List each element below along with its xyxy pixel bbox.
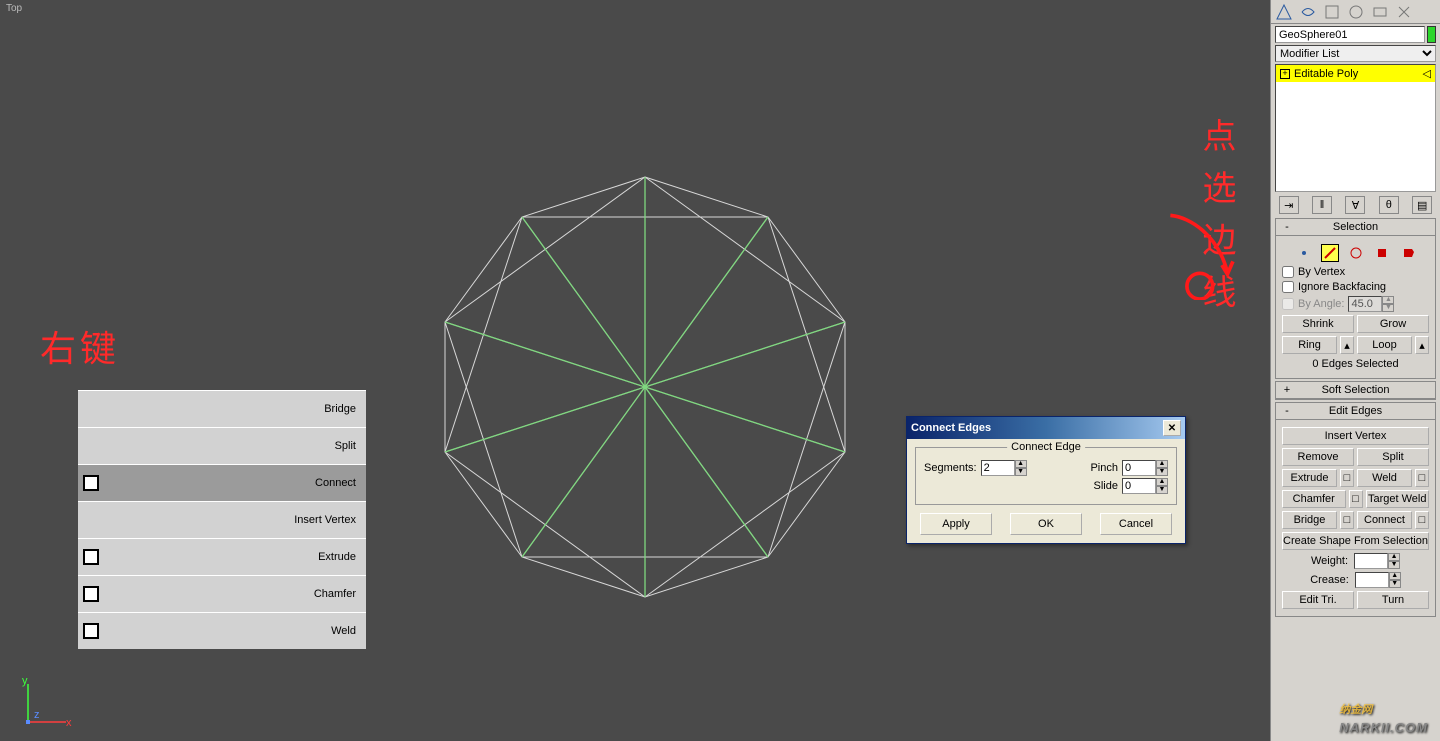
selection-header[interactable]: -Selection bbox=[1276, 219, 1435, 236]
modify-tab-icon[interactable] bbox=[1299, 3, 1317, 21]
soft-selection-rollup: +Soft Selection bbox=[1275, 381, 1436, 400]
chamfer-button[interactable]: Chamfer bbox=[1282, 490, 1346, 508]
loop-button[interactable]: Loop bbox=[1357, 336, 1412, 354]
remove-button[interactable]: Remove bbox=[1282, 448, 1354, 466]
menu-insert-vertex[interactable]: Insert Vertex bbox=[78, 501, 366, 538]
connect-button[interactable]: Connect bbox=[1357, 511, 1412, 529]
by-vertex-checkbox[interactable] bbox=[1282, 266, 1294, 278]
svg-text:y: y bbox=[22, 678, 28, 687]
axis-gizmo: y x z bbox=[22, 678, 72, 728]
expand-icon[interactable]: + bbox=[1280, 69, 1290, 79]
menu-extrude[interactable]: Extrude bbox=[78, 538, 366, 575]
ring-button[interactable]: Ring bbox=[1282, 336, 1337, 354]
by-angle-checkbox bbox=[1282, 298, 1294, 310]
bridge-settings-icon[interactable]: □ bbox=[1340, 511, 1354, 529]
selection-status: 0 Edges Selected bbox=[1282, 358, 1429, 370]
pinch-input[interactable] bbox=[1122, 460, 1156, 476]
geosphere-wireframe bbox=[430, 172, 860, 602]
menu-connect[interactable]: Connect bbox=[78, 464, 366, 501]
edit-edges-rollup: -Edit Edges Insert Vertex RemoveSplit Ex… bbox=[1275, 402, 1436, 617]
edge-subobj-icon: ◁ bbox=[1423, 67, 1431, 80]
slide-input[interactable] bbox=[1122, 478, 1156, 494]
command-panel: Modifier List + Editable Poly ◁ ⇥ ‖ ∀ θ … bbox=[1270, 0, 1440, 741]
ring-spinner[interactable]: ▴ bbox=[1340, 336, 1354, 354]
loop-spinner[interactable]: ▴ bbox=[1415, 336, 1429, 354]
annotation-right-click: 右键 bbox=[40, 320, 120, 372]
edit-edges-header[interactable]: -Edit Edges bbox=[1276, 403, 1435, 420]
stack-toolbar: ⇥ ‖ ∀ θ ▤ bbox=[1275, 196, 1436, 214]
viewport-label: Top bbox=[6, 3, 22, 14]
configure-icon[interactable]: ▤ bbox=[1412, 196, 1432, 214]
context-menu: Bridge Split Connect Insert Vertex Extru… bbox=[78, 390, 366, 649]
segments-input[interactable] bbox=[981, 460, 1015, 476]
menu-weld[interactable]: Weld bbox=[78, 612, 366, 649]
connect-settings-icon[interactable]: □ bbox=[1415, 511, 1429, 529]
connect-edges-dialog: Connect Edges ✕ Connect Edge Segments: ▲… bbox=[906, 416, 1186, 544]
create-tab-icon[interactable] bbox=[1275, 3, 1293, 21]
vertex-subobj[interactable] bbox=[1295, 244, 1313, 262]
show-end-result-icon[interactable]: ‖ bbox=[1312, 196, 1332, 214]
remove-modifier-icon[interactable]: θ bbox=[1379, 196, 1399, 214]
display-tab-icon[interactable] bbox=[1371, 3, 1389, 21]
svg-text:x: x bbox=[66, 717, 72, 728]
ok-button[interactable]: OK bbox=[1010, 513, 1082, 535]
chamfer-settings-icon[interactable]: □ bbox=[1349, 490, 1363, 508]
extrude-button[interactable]: Extrude bbox=[1282, 469, 1337, 487]
weight-input[interactable] bbox=[1354, 553, 1388, 569]
modifier-stack[interactable]: + Editable Poly ◁ bbox=[1275, 64, 1436, 192]
bridge-button[interactable]: Bridge bbox=[1282, 511, 1337, 529]
apply-button[interactable]: Apply bbox=[920, 513, 992, 535]
create-shape-button[interactable]: Create Shape From Selection bbox=[1282, 532, 1429, 550]
insert-vertex-button[interactable]: Insert Vertex bbox=[1282, 427, 1429, 445]
grow-button[interactable]: Grow bbox=[1357, 315, 1429, 333]
ignore-backfacing-checkbox[interactable] bbox=[1282, 281, 1294, 293]
panel-tabs[interactable] bbox=[1271, 0, 1440, 24]
turn-button[interactable]: Turn bbox=[1357, 591, 1429, 609]
menu-bridge[interactable]: Bridge bbox=[78, 390, 366, 427]
border-subobj[interactable] bbox=[1347, 244, 1365, 262]
fieldset-legend: Connect Edge bbox=[1007, 441, 1085, 453]
object-name-input[interactable] bbox=[1275, 26, 1425, 43]
edit-tri-button[interactable]: Edit Tri. bbox=[1282, 591, 1354, 609]
settings-icon[interactable] bbox=[83, 586, 99, 602]
object-color-swatch[interactable] bbox=[1427, 26, 1436, 43]
motion-tab-icon[interactable] bbox=[1347, 3, 1365, 21]
dialog-titlebar[interactable]: Connect Edges ✕ bbox=[907, 417, 1185, 439]
svg-text:z: z bbox=[34, 709, 40, 721]
element-subobj[interactable] bbox=[1399, 244, 1417, 262]
cancel-button[interactable]: Cancel bbox=[1100, 513, 1172, 535]
weld-button[interactable]: Weld bbox=[1357, 469, 1412, 487]
settings-icon[interactable] bbox=[83, 549, 99, 565]
shrink-button[interactable]: Shrink bbox=[1282, 315, 1354, 333]
weld-settings-icon[interactable]: □ bbox=[1415, 469, 1429, 487]
menu-split[interactable]: Split bbox=[78, 427, 366, 464]
settings-icon[interactable] bbox=[83, 623, 99, 639]
polygon-subobj[interactable] bbox=[1373, 244, 1391, 262]
crease-input[interactable] bbox=[1355, 572, 1389, 588]
hierarchy-tab-icon[interactable] bbox=[1323, 3, 1341, 21]
edge-subobj[interactable] bbox=[1321, 244, 1339, 262]
menu-chamfer[interactable]: Chamfer bbox=[78, 575, 366, 612]
split-button[interactable]: Split bbox=[1357, 448, 1429, 466]
soft-selection-header[interactable]: +Soft Selection bbox=[1276, 382, 1435, 399]
close-icon[interactable]: ✕ bbox=[1163, 420, 1181, 436]
annotation-arrow bbox=[1163, 208, 1255, 300]
extrude-settings-icon[interactable]: □ bbox=[1340, 469, 1354, 487]
pin-stack-icon[interactable]: ⇥ bbox=[1279, 196, 1299, 214]
stack-item-editable-poly[interactable]: + Editable Poly ◁ bbox=[1276, 65, 1435, 82]
modifier-list-dropdown[interactable]: Modifier List bbox=[1275, 45, 1436, 62]
utilities-tab-icon[interactable] bbox=[1395, 3, 1413, 21]
watermark: 纳金网 NARKII.COM bbox=[1339, 688, 1428, 735]
by-angle-input bbox=[1348, 296, 1382, 312]
make-unique-icon[interactable]: ∀ bbox=[1345, 196, 1365, 214]
settings-icon[interactable] bbox=[83, 475, 99, 491]
target-weld-button[interactable]: Target Weld bbox=[1366, 490, 1430, 508]
selection-rollup: -Selection By Vertex Ignore Backfacing B… bbox=[1275, 218, 1436, 379]
